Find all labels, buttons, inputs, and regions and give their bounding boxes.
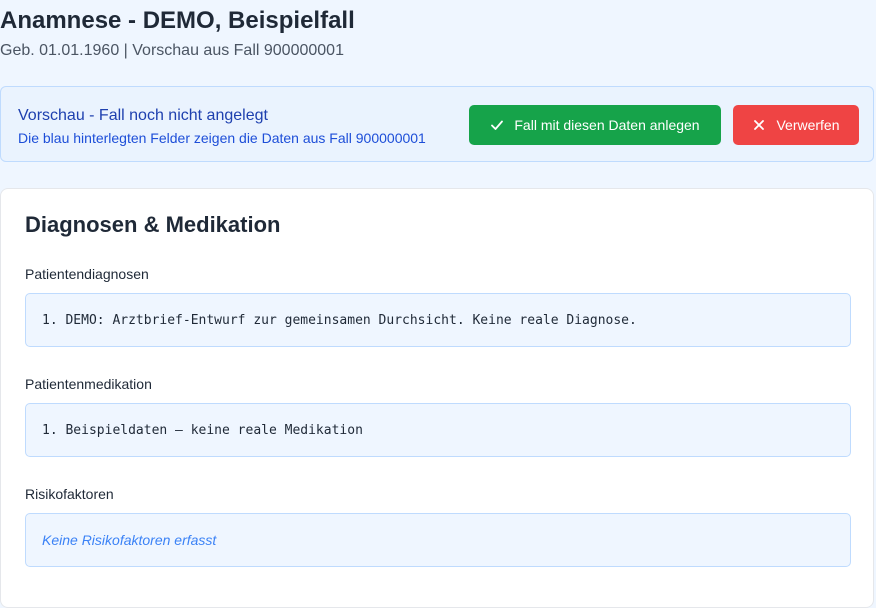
section-title: Diagnosen & Medikation — [25, 212, 281, 237]
diagnoses-value: 1. DEMO: Arztbrief-Entwurf zur gemeinsam… — [42, 312, 637, 328]
check-icon — [490, 118, 504, 132]
preview-banner-title: Vorschau - Fall noch nicht angelegt — [18, 107, 268, 124]
risk-factors-field[interactable]: Keine Risikofaktoren erfasst — [25, 513, 851, 567]
preview-banner: Vorschau - Fall noch nicht angelegt Die … — [0, 86, 874, 162]
create-case-button-label: Fall mit diesen Daten anlegen — [514, 117, 700, 133]
diagnoses-label: Patientendiagnosen — [25, 266, 149, 282]
preview-banner-texts: Vorschau - Fall noch nicht angelegt Die … — [18, 106, 426, 147]
medication-value: 1. Beispieldaten – keine reale Medikatio… — [42, 422, 363, 438]
diagnoses-medication-card: Diagnosen & Medikation Patientendiagnose… — [0, 188, 874, 608]
preview-banner-description: Die blau hinterlegten Felder zeigen die … — [18, 130, 426, 146]
discard-button[interactable]: Verwerfen — [733, 105, 859, 145]
create-case-button[interactable]: Fall mit diesen Daten anlegen — [469, 105, 721, 145]
medication-label: Patientenmedikation — [25, 376, 152, 392]
risk-factors-value: Keine Risikofaktoren erfasst — [42, 532, 217, 548]
diagnoses-field[interactable]: 1. DEMO: Arztbrief-Entwurf zur gemeinsam… — [25, 293, 851, 347]
medication-field[interactable]: 1. Beispieldaten – keine reale Medikatio… — [25, 403, 851, 457]
page-header: Anamnese - DEMO, Beispielfall Geb. 01.01… — [0, 6, 355, 61]
page-subtitle: Geb. 01.01.1960 | Vorschau aus Fall 9000… — [0, 42, 344, 59]
close-icon — [752, 118, 766, 132]
discard-button-label: Verwerfen — [776, 117, 840, 133]
page-title: Anamnese - DEMO, Beispielfall — [0, 7, 355, 34]
risk-factors-label: Risikofaktoren — [25, 486, 114, 502]
